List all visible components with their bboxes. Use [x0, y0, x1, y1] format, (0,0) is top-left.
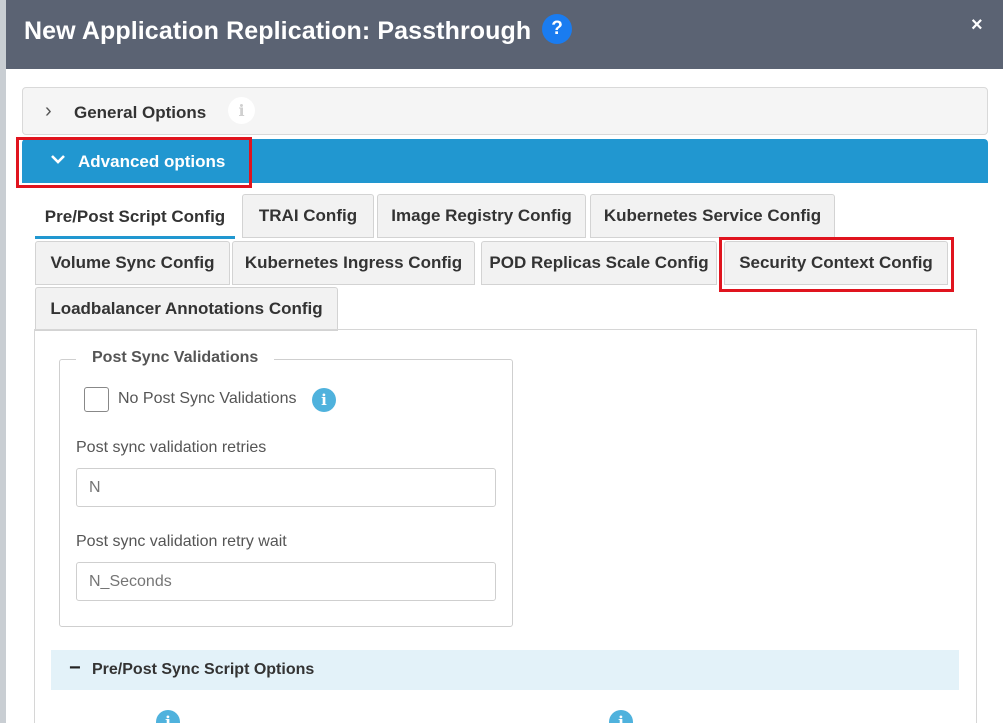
- retry-wait-label: Post sync validation retry wait: [76, 533, 287, 550]
- highlight-box-security: [719, 237, 954, 292]
- modal-header: New Application Replication: Passthrough…: [6, 0, 1003, 69]
- pre-post-sync-script-options-header[interactable]: − Pre/Post Sync Script Options: [51, 650, 959, 690]
- collapse-icon: −: [69, 657, 81, 679]
- tab-pre-post-script-config[interactable]: Pre/Post Script Config: [35, 195, 235, 239]
- chevron-right-icon: ›: [45, 100, 52, 122]
- retry-wait-input[interactable]: [76, 562, 496, 601]
- modal-title: New Application Replication: Passthrough: [24, 17, 532, 45]
- general-options-accordion[interactable]: › General Options i: [22, 87, 988, 135]
- info-icon[interactable]: i: [228, 97, 255, 124]
- tab-trai-config[interactable]: TRAI Config: [242, 194, 374, 238]
- tab-image-registry-config[interactable]: Image Registry Config: [377, 194, 586, 238]
- retries-label: Post sync validation retries: [76, 439, 267, 456]
- tab-kubernetes-ingress-config[interactable]: Kubernetes Ingress Config: [232, 241, 475, 285]
- post-sync-validations-legend: Post Sync Validations: [76, 349, 275, 367]
- replication-modal: New Application Replication: Passthrough…: [6, 0, 1003, 723]
- tab-kubernetes-service-config[interactable]: Kubernetes Service Config: [590, 194, 835, 238]
- info-icon[interactable]: i: [312, 388, 336, 412]
- pre-post-sync-script-options-label: Pre/Post Sync Script Options: [92, 661, 315, 678]
- no-post-sync-validations-label: No Post Sync Validations: [118, 390, 297, 407]
- tab-loadbalancer-annotations-config[interactable]: Loadbalancer Annotations Config: [35, 287, 338, 331]
- no-post-sync-validations-checkbox[interactable]: [84, 387, 109, 412]
- retries-input[interactable]: [76, 468, 496, 507]
- help-icon[interactable]: ?: [542, 14, 572, 44]
- tab-pod-replicas-scale-config[interactable]: POD Replicas Scale Config: [481, 241, 717, 285]
- highlight-box-advanced: [16, 137, 252, 188]
- close-icon[interactable]: ×: [971, 14, 983, 37]
- general-options-label: General Options: [74, 103, 207, 122]
- tab-volume-sync-config[interactable]: Volume Sync Config: [35, 241, 230, 285]
